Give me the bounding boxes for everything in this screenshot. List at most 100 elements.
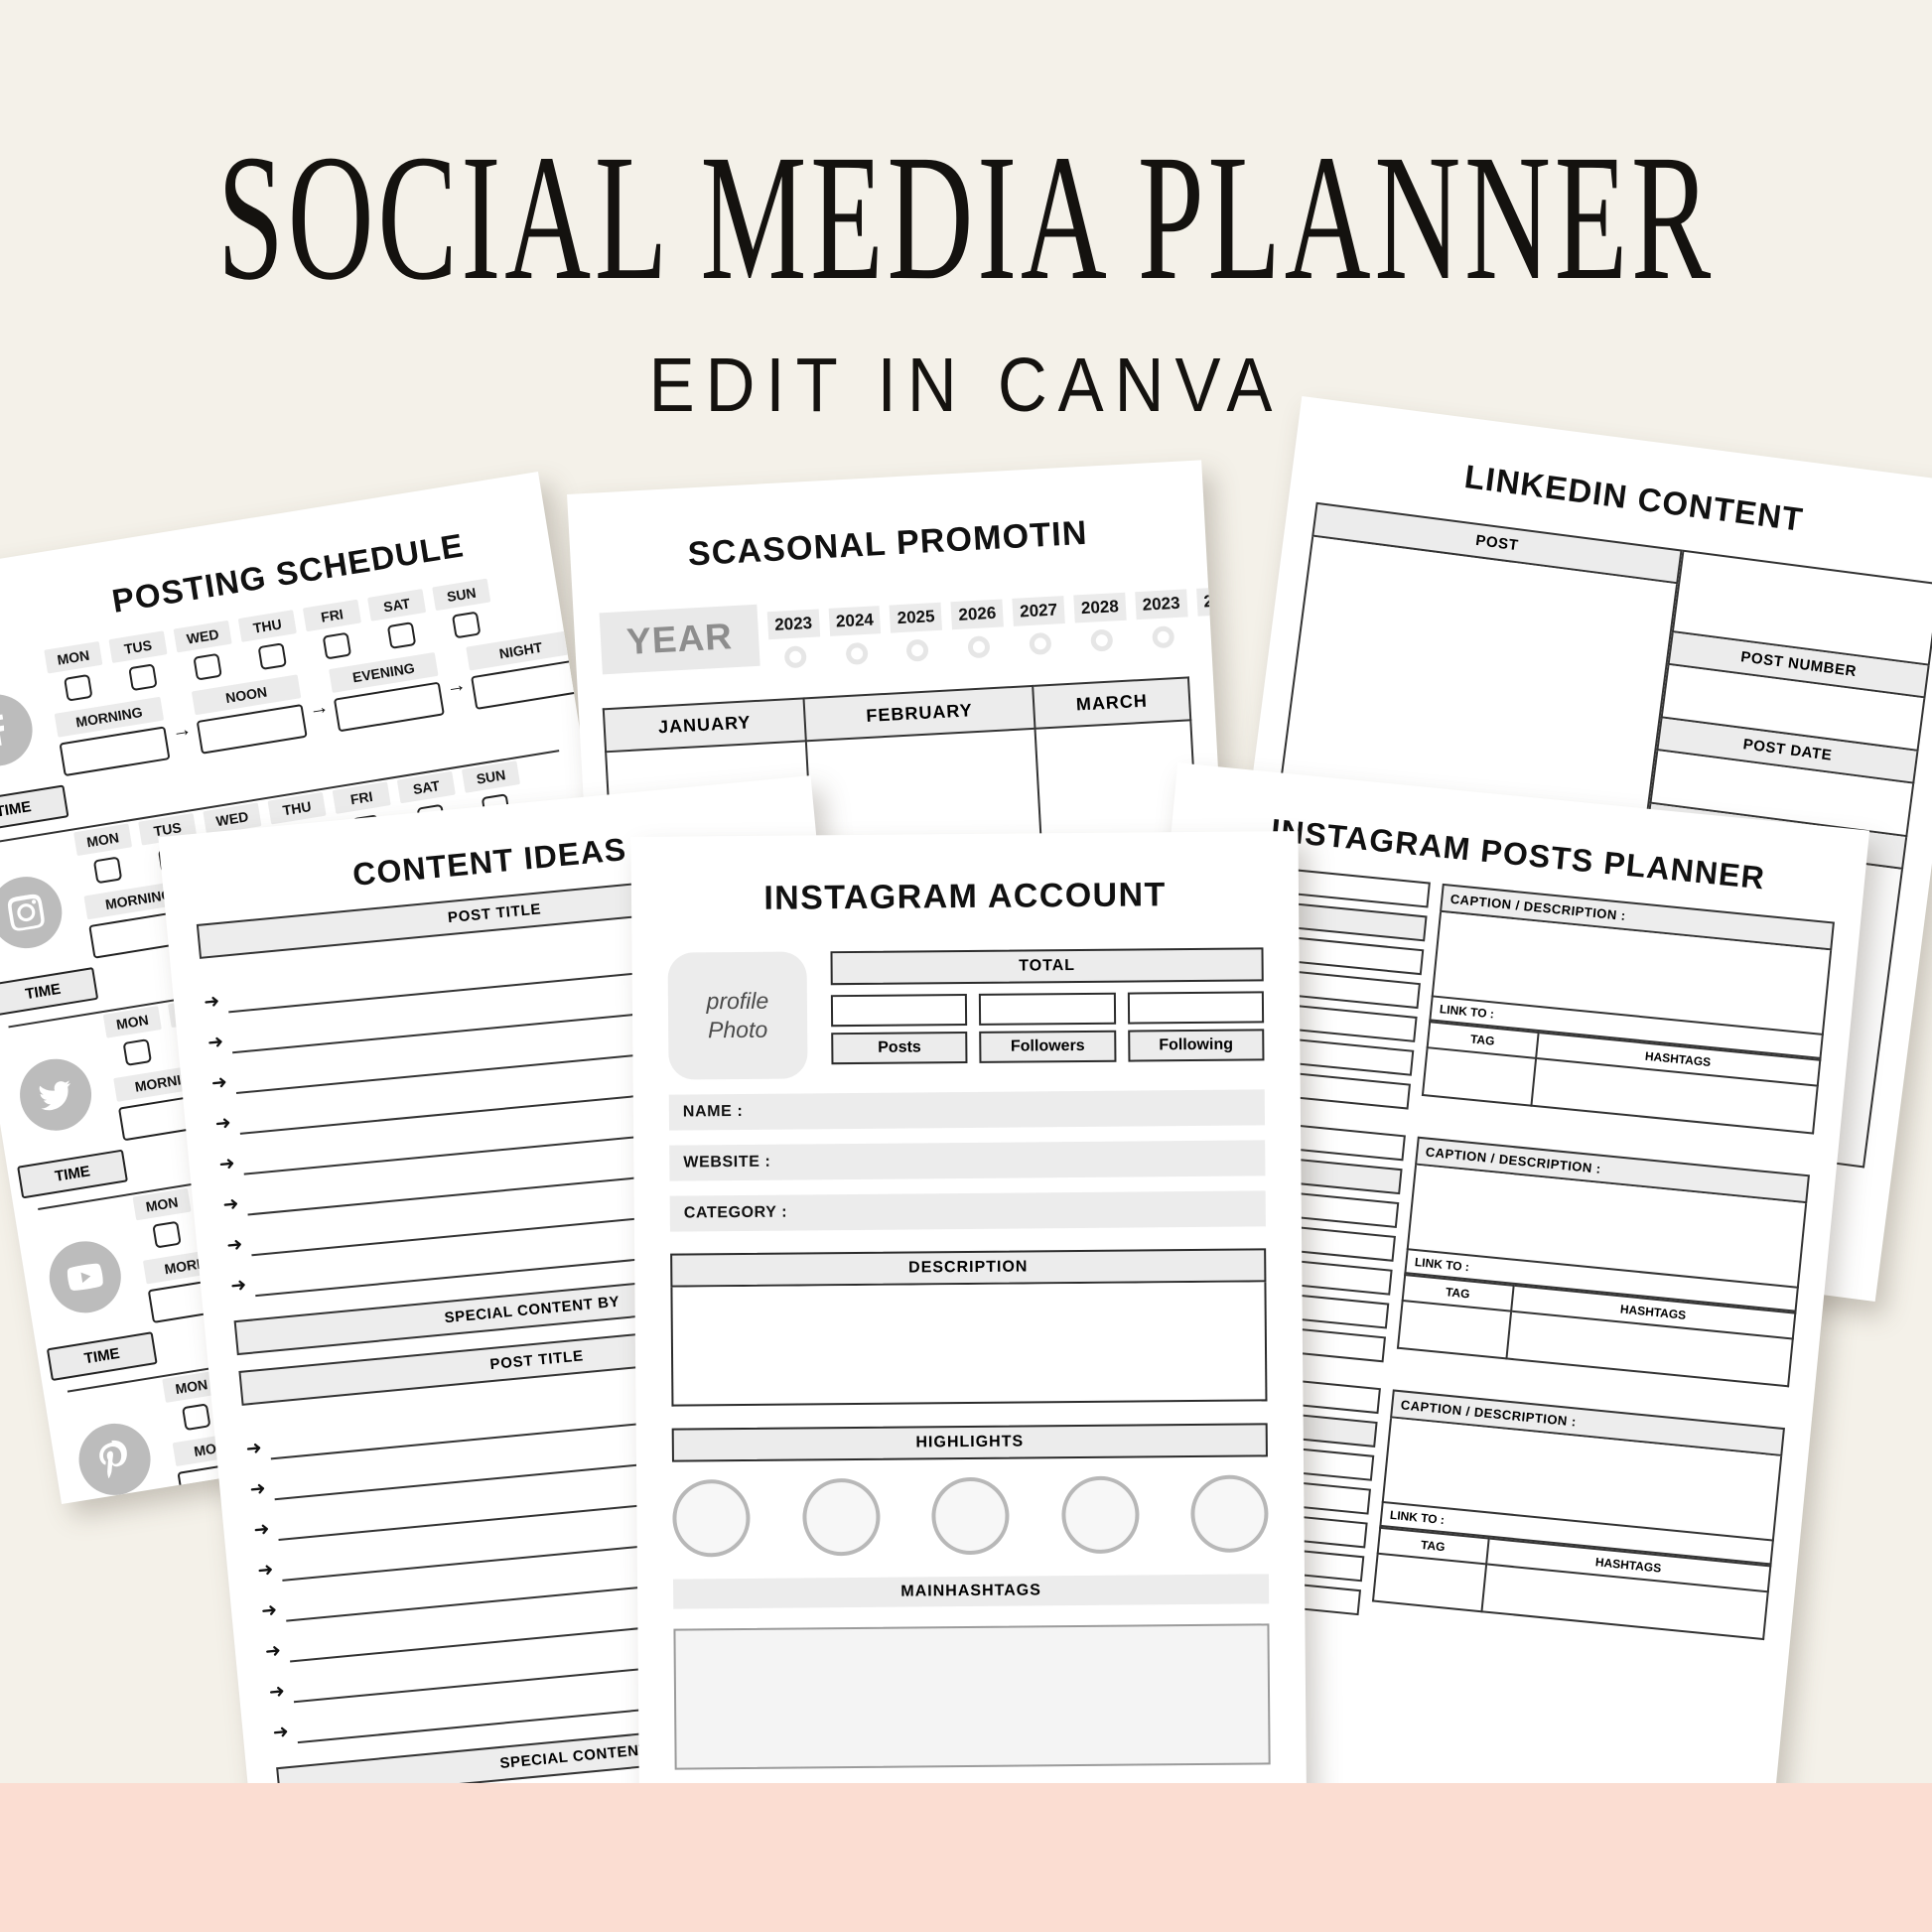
day-label: TUS <box>108 630 168 663</box>
day-label: MON <box>73 823 133 857</box>
year-radio[interactable] <box>1212 621 1236 645</box>
year-radio[interactable] <box>1151 625 1174 649</box>
year-label: YEAR <box>599 604 760 675</box>
tag-cell[interactable] <box>1372 1553 1486 1612</box>
stat-caption: Posts <box>831 1032 968 1065</box>
highlights-label: HIGHLIGHTS <box>671 1423 1268 1462</box>
year-value: 2030 <box>1195 586 1249 617</box>
highlight-circle[interactable] <box>1190 1474 1269 1554</box>
year-radio[interactable] <box>967 635 991 659</box>
day-label: MON <box>102 1006 162 1038</box>
arrow-icon: → <box>307 695 331 721</box>
time-slot: NOON <box>191 674 308 755</box>
year-radio[interactable] <box>1029 631 1052 656</box>
year-radio[interactable] <box>845 641 869 666</box>
arrow-bullet-icon: ➜ <box>244 1438 263 1460</box>
arrow-bullet-icon: ➜ <box>210 1071 228 1095</box>
highlight-circle[interactable] <box>672 1478 751 1558</box>
post-card-right: CAPTION / DESCRIPTION : LINK TO : TAG HASHT… <box>1419 883 1835 1158</box>
highlights-row[interactable] <box>672 1474 1269 1558</box>
day-checkbox[interactable] <box>64 673 93 702</box>
stat-value-input[interactable] <box>979 992 1116 1026</box>
day-checkbox[interactable] <box>182 1403 211 1432</box>
year-value: 2023 <box>766 609 820 640</box>
day-label: THU <box>237 610 297 642</box>
profile-photo-placeholder[interactable]: profile Photo <box>667 951 808 1080</box>
day-label: MON <box>44 640 103 674</box>
arrow-bullet-icon: ➜ <box>207 1032 225 1054</box>
year-value: 2023 <box>1134 589 1188 621</box>
arrow-bullet-icon: ➜ <box>229 1274 248 1298</box>
total-label: TOTAL <box>830 947 1264 986</box>
day-cell: MON <box>132 1187 197 1251</box>
account-field[interactable]: CATEGORY : <box>669 1190 1266 1232</box>
day-checkbox[interactable] <box>193 652 222 681</box>
arrow-bullet-icon: ➜ <box>248 1478 267 1501</box>
pinterest-icon <box>73 1418 156 1501</box>
time-slot: NIGHT <box>466 629 583 711</box>
year-value: 2025 <box>890 602 943 633</box>
bottom-color-band <box>0 1783 1932 1932</box>
year-value: 2026 <box>950 599 1005 630</box>
stat-value-input[interactable] <box>830 994 968 1028</box>
day-checkbox[interactable] <box>92 856 123 885</box>
year-option[interactable]: 2030 <box>1195 586 1251 646</box>
year-option[interactable]: 2023 <box>766 609 822 669</box>
day-cell: MON <box>73 823 137 886</box>
day-label: SAT <box>396 770 456 804</box>
day-label: SUN <box>461 760 521 793</box>
day-checkbox[interactable] <box>257 642 288 671</box>
year-option[interactable]: 2024 <box>828 606 883 666</box>
facebook-icon <box>0 689 38 771</box>
youtube-icon <box>44 1236 127 1318</box>
arrow-bullet-icon: ➜ <box>213 1112 232 1136</box>
day-checkbox[interactable] <box>122 1038 153 1066</box>
day-label: MON <box>132 1187 192 1221</box>
account-field[interactable]: WEBSITE : <box>669 1140 1266 1181</box>
highlight-circle[interactable] <box>931 1476 1010 1556</box>
stat-value-row[interactable] <box>830 991 1265 1028</box>
tag-cell[interactable] <box>1397 1300 1511 1359</box>
year-option[interactable]: 2025 <box>890 602 944 663</box>
main-hashtags-field[interactable] <box>673 1623 1271 1770</box>
highlight-circle[interactable] <box>1060 1475 1140 1555</box>
year-radio[interactable] <box>905 638 930 662</box>
arrow-bullet-icon: ➜ <box>264 1640 282 1663</box>
day-checkbox[interactable] <box>322 631 352 660</box>
post-card-right: CAPTION / DESCRIPTION : LINK TO : TAG HASHT… <box>1394 1136 1810 1411</box>
time-slot: EVENING <box>329 651 445 733</box>
day-checkbox[interactable] <box>386 621 417 649</box>
profile-photo-line1: profile <box>706 987 769 1015</box>
year-value: 2027 <box>1012 596 1065 626</box>
tag-cell[interactable] <box>1422 1047 1536 1106</box>
day-checkbox[interactable] <box>128 663 158 692</box>
day-label: THU <box>267 791 327 825</box>
highlight-circle[interactable] <box>801 1477 881 1557</box>
sheet-instagram-account[interactable]: INSTAGRAM ACCOUNT profile Photo TOTAL Po… <box>630 831 1308 1869</box>
page-title: SOCIAL MEDIA PLANNER <box>217 117 1715 318</box>
description-field[interactable] <box>670 1282 1268 1407</box>
day-label: FRI <box>302 599 362 632</box>
arrow-bullet-icon: ➜ <box>221 1193 240 1216</box>
year-option[interactable]: 2027 <box>1012 596 1067 656</box>
year-radio[interactable] <box>1090 628 1114 652</box>
account-field[interactable]: NAME : <box>668 1089 1266 1131</box>
day-label: SUN <box>432 578 491 612</box>
arrow-bullet-icon: ➜ <box>260 1599 279 1622</box>
day-cell: SUN <box>432 578 495 641</box>
instagram-icon <box>0 871 68 954</box>
arrow-bullet-icon: ➜ <box>252 1518 271 1542</box>
stat-value-input[interactable] <box>1127 991 1265 1025</box>
year-radio[interactable] <box>783 645 807 669</box>
year-option[interactable]: 2023 <box>1134 589 1189 649</box>
year-option[interactable]: 2028 <box>1073 592 1128 653</box>
year-option[interactable]: 2026 <box>950 599 1006 659</box>
stat-caption: Following <box>1127 1029 1265 1062</box>
day-checkbox[interactable] <box>152 1220 182 1249</box>
day-checkbox[interactable] <box>451 611 482 639</box>
arrow-bullet-icon: ➜ <box>225 1234 244 1257</box>
year-value: 2028 <box>1073 592 1127 623</box>
day-label: SAT <box>367 589 427 621</box>
description-label: DESCRIPTION <box>670 1248 1267 1288</box>
page-header: SOCIAL MEDIA PLANNER EDIT IN CANVA <box>0 0 1932 428</box>
